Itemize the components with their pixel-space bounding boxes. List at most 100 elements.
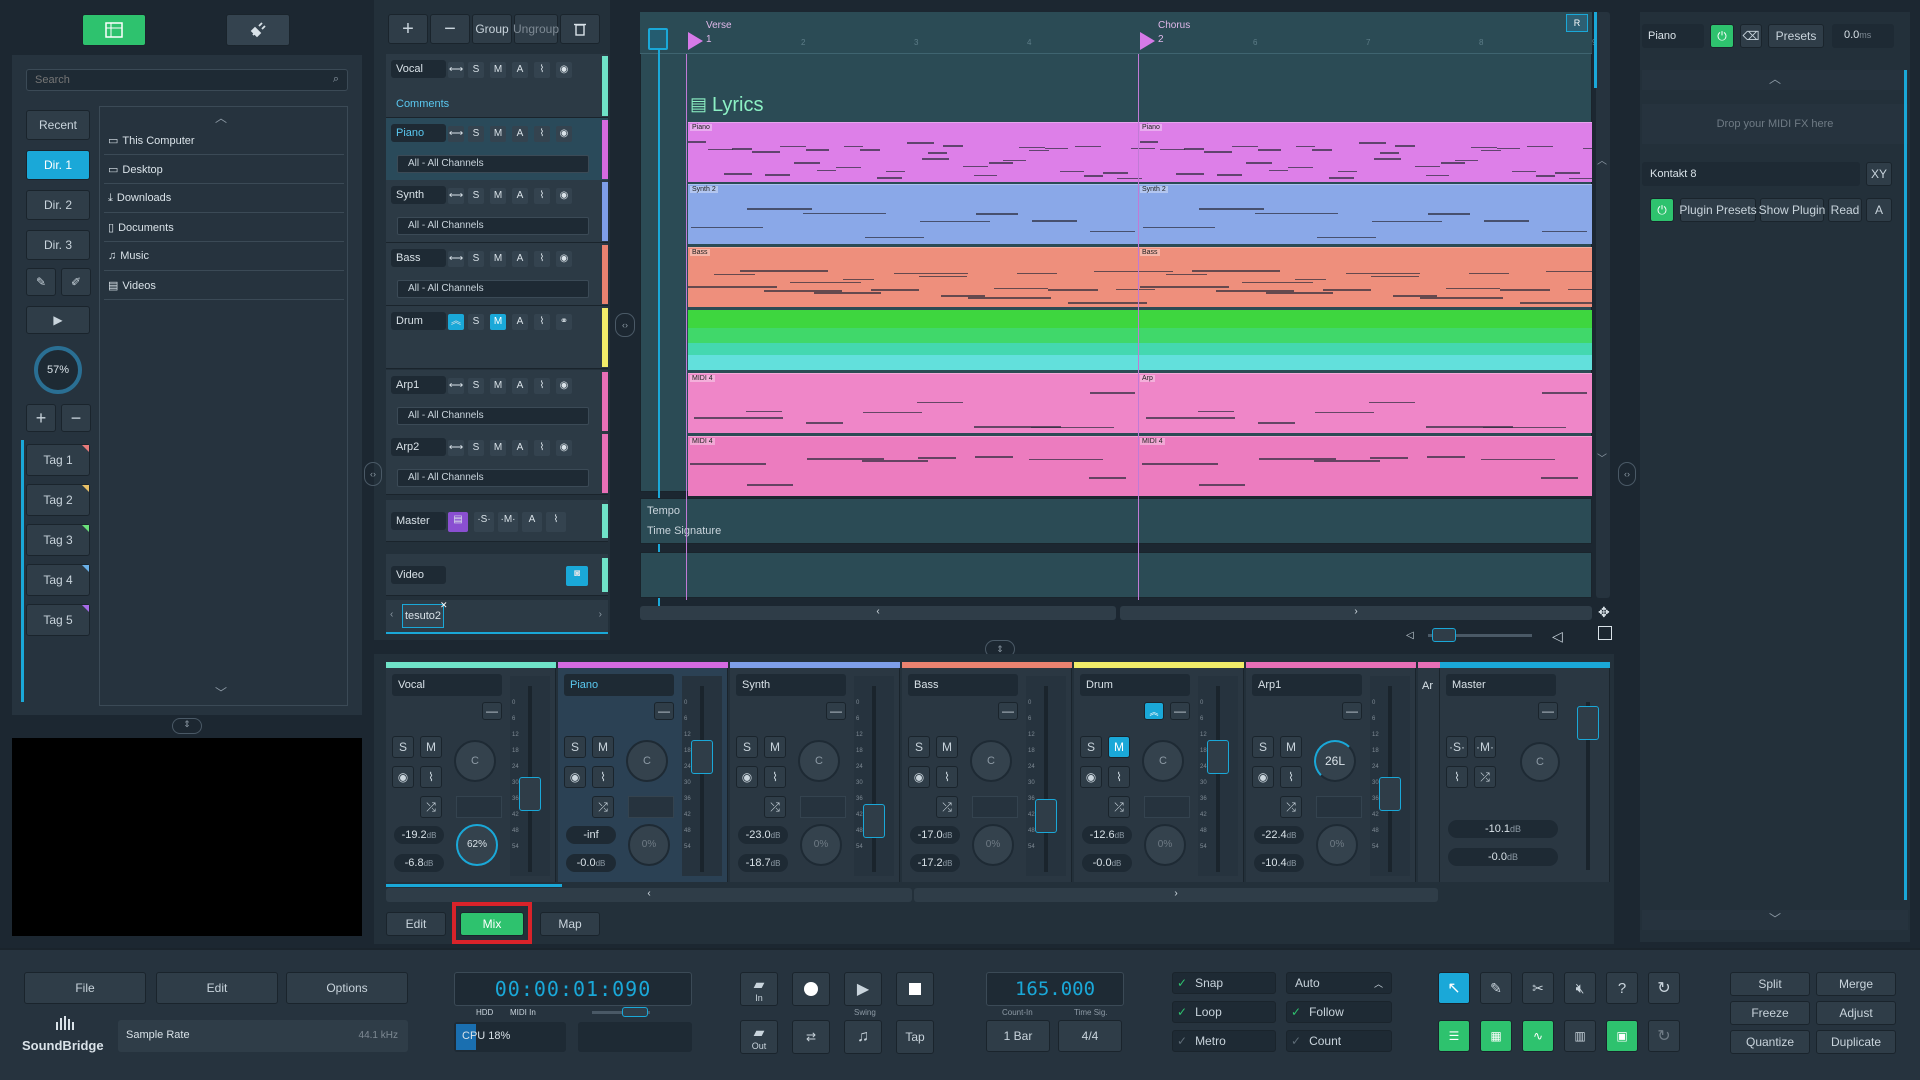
solo-button[interactable]: S <box>468 440 484 456</box>
mute-button[interactable]: M <box>490 62 506 78</box>
send-knob[interactable]: 0% <box>1144 824 1186 866</box>
add-tag-button[interactable]: + <box>26 404 56 432</box>
envelope-icon[interactable]: ⌇ <box>534 62 550 78</box>
track-row-bass[interactable]: Bass ⟷ S M A ⌇ ◉ All - All Channels <box>386 243 608 306</box>
horizontal-scrollbar-right[interactable]: › <box>1120 606 1592 620</box>
mute-button[interactable]: M <box>490 314 506 330</box>
strip-minimize-button[interactable]: — <box>482 702 502 720</box>
zoom-in-icon[interactable]: ◁ <box>1552 628 1563 645</box>
strip-minimize-button[interactable]: — <box>998 702 1018 720</box>
record-arm-icon[interactable]: ◉ <box>736 766 758 788</box>
location-item[interactable]: ▭ This Computer <box>104 129 344 155</box>
input-arrow-icon[interactable]: ⟷ <box>448 126 464 142</box>
close-icon[interactable]: ✕ <box>440 600 448 611</box>
project-tab[interactable]: tesuto2 <box>402 604 444 628</box>
midi-fx-drop-zone[interactable]: Drop your MIDI FX here <box>1642 104 1908 144</box>
strip-minimize-button[interactable]: — <box>1342 702 1362 720</box>
volume-value[interactable]: -10.1dB <box>1448 820 1558 838</box>
toggle-count[interactable]: ✓ Count <box>1286 1030 1392 1052</box>
play-button[interactable]: ▶ <box>844 972 882 1006</box>
menu-file[interactable]: File <box>24 972 146 1004</box>
record-arm-icon[interactable]: ◉ <box>556 440 572 456</box>
input-arrow-icon[interactable]: ⟷ <box>448 62 464 78</box>
solo-button[interactable]: S <box>908 736 930 758</box>
scroll-up-arrow[interactable]: ︿ <box>1597 152 1607 167</box>
automation-button[interactable]: A <box>512 440 528 456</box>
video-track-row[interactable]: Video ◙ <box>386 554 608 596</box>
tag-brush-button[interactable]: ✐ <box>61 268 91 296</box>
shuffle-icon[interactable]: ⤮ <box>1280 796 1302 818</box>
record-button[interactable] <box>792 972 830 1006</box>
fader-handle[interactable] <box>519 776 541 811</box>
loop-tracks-button[interactable]: ⇄ <box>792 1020 830 1054</box>
record-arm-icon[interactable]: ◉ <box>1252 766 1274 788</box>
search-input[interactable] <box>27 70 317 90</box>
send-knob[interactable]: 0% <box>1316 824 1358 866</box>
output-monitor-button[interactable]: ▰ Out <box>740 1020 778 1054</box>
quantize-button[interactable]: Quantize <box>1730 1030 1810 1054</box>
send-knob[interactable]: 0% <box>800 824 842 866</box>
pan-knob[interactable]: C <box>1142 740 1184 782</box>
midi-channel-select[interactable]: All - All Channels <box>397 407 589 425</box>
midi-channel-select[interactable]: All - All Channels <box>397 469 589 487</box>
location-item[interactable]: ▤ Videos <box>104 274 344 300</box>
envelope-icon[interactable]: ⌇ <box>592 766 614 788</box>
inspector-track-name[interactable]: Piano <box>1642 24 1704 48</box>
show-plugin-button[interactable]: Show Plugin <box>1759 198 1825 222</box>
drum-clip[interactable] <box>688 310 1592 370</box>
master-solo-button[interactable]: ·S· <box>474 512 494 532</box>
envelope-icon[interactable]: ⌇ <box>1446 766 1468 788</box>
pan-knob[interactable]: C <box>798 740 840 782</box>
tab-edit[interactable]: Edit <box>386 912 446 936</box>
time-sig-button[interactable]: 4/4 <box>1058 1020 1122 1052</box>
plugins-view-button[interactable] <box>226 14 290 46</box>
swing-button[interactable]: ♫ <box>844 1020 882 1054</box>
track-name[interactable]: Video <box>391 566 446 584</box>
pan-knob[interactable]: C <box>626 740 668 782</box>
pan-knob[interactable]: C <box>1520 742 1560 782</box>
nav-recent[interactable]: Recent <box>26 110 90 140</box>
fader-handle[interactable] <box>1207 740 1229 774</box>
master-solo-button[interactable]: ·S· <box>1446 736 1468 758</box>
tracklist-view-button[interactable]: ☰ <box>1438 1020 1470 1052</box>
location-item[interactable]: ♫ Music <box>104 245 344 271</box>
volume-value[interactable]: -12.6dB <box>1082 826 1132 844</box>
waveform-view-button[interactable]: ∿ <box>1522 1020 1554 1052</box>
automation-button[interactable]: A <box>512 251 528 267</box>
nav-dir-3[interactable]: Dir. 3 <box>26 230 90 260</box>
volume-value[interactable]: -17.0dB <box>910 826 960 844</box>
strip-name[interactable]: Drum <box>1080 674 1190 696</box>
solo-button[interactable]: S <box>1252 736 1274 758</box>
strip-minimize-button[interactable]: — <box>826 702 846 720</box>
freeze-button[interactable]: Freeze <box>1730 1001 1810 1025</box>
pencil-tool-button[interactable]: ✎ <box>1480 972 1512 1004</box>
tempo-display[interactable]: 165.000 <box>986 972 1124 1006</box>
drum-expand-icon[interactable]: ︽ <box>448 314 464 330</box>
ungroup-button[interactable]: Ungroup <box>513 14 559 44</box>
envelope-icon[interactable]: ⌇ <box>936 766 958 788</box>
mute-tool-button[interactable]: 🔇︎ <box>1564 972 1596 1004</box>
remove-tag-button[interactable]: − <box>61 404 91 432</box>
insert-slot[interactable] <box>972 796 1018 818</box>
solo-button[interactable]: S <box>392 736 414 758</box>
track-row-arp1[interactable]: Arp1 ⟷ S M A ⌇ ◉ All - All Channels <box>386 370 608 433</box>
tag-item[interactable]: Tag 1 <box>26 444 90 476</box>
scissors-tool-button[interactable]: ✂ <box>1522 972 1554 1004</box>
menu-edit[interactable]: Edit <box>156 972 278 1004</box>
trash-icon[interactable]: ⌫ <box>1740 24 1762 48</box>
midi-channel-select[interactable]: All - All Channels <box>397 217 589 235</box>
pointer-tool-button[interactable]: ↖ <box>1438 972 1470 1004</box>
tab-scroll-left[interactable]: ‹ <box>390 609 393 620</box>
count-in-button[interactable]: 1 Bar <box>986 1020 1050 1052</box>
tag-item[interactable]: Tag 3 <box>26 524 90 556</box>
add-track-button[interactable]: + <box>388 14 428 44</box>
pan-value[interactable]: -0.0dB <box>1448 848 1558 866</box>
mixer-scroll-left[interactable]: ‹ <box>386 888 912 902</box>
time-display[interactable]: 00:00:01:090 <box>454 972 692 1006</box>
grid-view-button[interactable]: ▦ <box>1480 1020 1512 1052</box>
shuffle-icon[interactable]: ⤮ <box>1108 796 1130 818</box>
send-knob[interactable]: 0% <box>628 824 670 866</box>
insert-slot[interactable] <box>1144 796 1190 818</box>
midi-channel-select[interactable]: All - All Channels <box>397 280 589 298</box>
strip-name[interactable]: Synth <box>736 674 846 696</box>
